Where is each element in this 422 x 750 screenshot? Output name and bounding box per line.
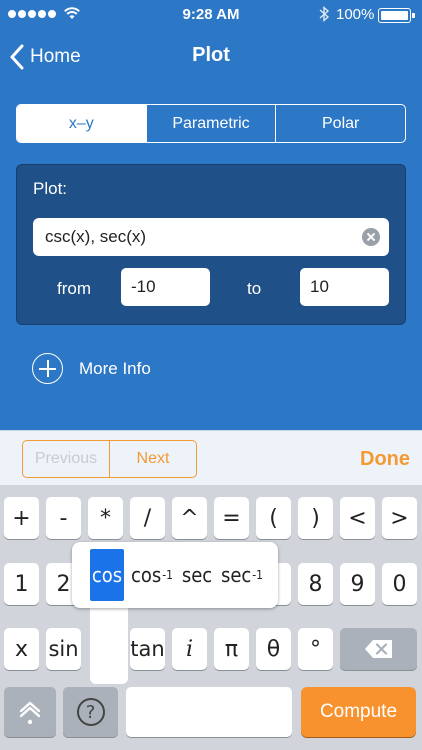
popup-arcsec-sup: -1 — [252, 568, 264, 582]
key-multiply[interactable]: * — [88, 497, 123, 539]
done-button[interactable]: Done — [360, 448, 410, 471]
key-close-paren[interactable]: ) — [298, 497, 333, 539]
popup-sec-label: sec — [181, 563, 213, 587]
plus-circle-icon — [32, 353, 63, 384]
segment-x-y[interactable]: x–y — [17, 105, 146, 142]
key-theta[interactable]: θ — [256, 628, 291, 670]
backspace-key[interactable] — [340, 628, 417, 670]
expression-value: csc(x), sec(x) — [45, 227, 147, 246]
key-minus[interactable]: - — [46, 497, 81, 539]
key-degree[interactable]: ° — [298, 628, 333, 670]
key-pi[interactable]: π — [214, 628, 249, 670]
keyboard-toolbar: Previous Next Done — [0, 430, 422, 485]
key-divide[interactable]: / — [130, 497, 165, 539]
key-less-than[interactable]: < — [340, 497, 375, 539]
plot-label: Plot: — [33, 179, 68, 198]
help-key[interactable]: ? — [63, 687, 118, 737]
to-input[interactable]: 10 — [300, 268, 389, 306]
key-equals[interactable]: = — [214, 497, 249, 539]
shift-key[interactable] — [4, 687, 56, 737]
trig-variants-popup: cos cos -1 sec sec -1 — [72, 542, 278, 608]
plot-type-segmented-control: x–y Parametric Polar — [16, 104, 406, 143]
popup-stem — [90, 600, 128, 684]
help-icon: ? — [76, 698, 105, 726]
key-tan[interactable]: tan — [130, 628, 165, 670]
from-input[interactable]: -10 — [121, 268, 210, 306]
status-bar: 9:28 AM 100% — [0, 0, 422, 30]
key-plus[interactable]: + — [4, 497, 39, 539]
bluetooth-icon — [319, 5, 330, 23]
clear-icon[interactable] — [362, 228, 380, 246]
shift-icon — [19, 701, 41, 725]
key-x[interactable]: x — [4, 628, 39, 670]
key-open-paren[interactable]: ( — [256, 497, 291, 539]
previous-button[interactable]: Previous — [23, 441, 110, 477]
help-glyph: ? — [85, 701, 96, 723]
more-info-button[interactable]: More Info — [32, 353, 151, 384]
key-sin[interactable]: sin — [46, 628, 81, 670]
key-1[interactable]: 1 — [4, 563, 39, 605]
popup-cos[interactable]: cos — [90, 549, 124, 601]
from-label: from — [57, 279, 91, 298]
popup-arccos-label: cos — [130, 563, 162, 587]
key-0[interactable]: 0 — [382, 563, 417, 605]
popup-arcsec-label: sec — [220, 563, 252, 587]
expression-input[interactable]: csc(x), sec(x) — [33, 218, 389, 256]
popup-arccos-sup: -1 — [162, 568, 174, 582]
key-imaginary-i[interactable]: i — [172, 628, 207, 670]
popup-cos-label: cos — [91, 563, 123, 587]
battery-percent: 100% — [336, 6, 375, 23]
compute-button[interactable]: Compute — [301, 687, 416, 737]
key-8[interactable]: 8 — [298, 563, 333, 605]
popup-arccos[interactable]: cos -1 — [130, 549, 174, 601]
page-title: Plot — [192, 44, 230, 66]
popup-arcsec[interactable]: sec -1 — [220, 549, 264, 601]
next-button[interactable]: Next — [110, 441, 196, 477]
segment-parametric[interactable]: Parametric — [145, 105, 276, 142]
key-greater-than[interactable]: > — [382, 497, 417, 539]
prev-next-control: Previous Next — [22, 440, 197, 478]
popup-sec[interactable]: sec — [178, 549, 216, 601]
backspace-icon — [364, 640, 392, 658]
battery-icon — [378, 8, 415, 23]
key-9[interactable]: 9 — [340, 563, 375, 605]
more-info-label: More Info — [79, 358, 151, 378]
plot-panel: Plot: csc(x), sec(x) from -10 to 10 — [16, 164, 406, 325]
segment-polar[interactable]: Polar — [275, 105, 405, 142]
space-key[interactable] — [126, 687, 292, 737]
to-label: to — [247, 279, 262, 298]
key-power[interactable]: ^ — [172, 497, 207, 539]
